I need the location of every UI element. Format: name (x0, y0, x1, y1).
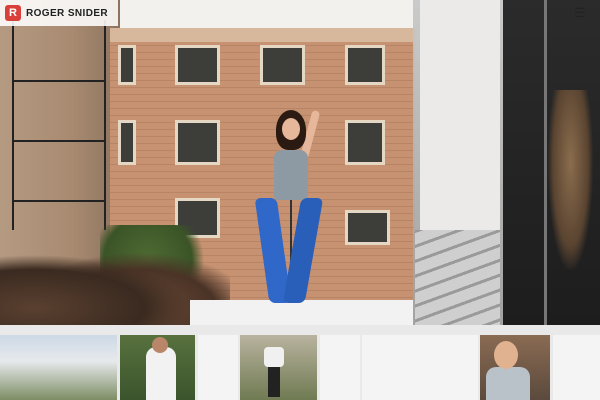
costume-figure (548, 90, 593, 270)
thumb-blank-3[interactable] (362, 335, 478, 400)
performer (254, 109, 338, 305)
site-title[interactable]: ROGER SNIDER (26, 8, 108, 19)
trailer-stairs (415, 230, 500, 325)
thumbnail-strip (0, 333, 600, 400)
thumb-portrait-man[interactable] (480, 335, 550, 400)
hero-image (0, 0, 600, 325)
window (175, 120, 220, 165)
thumb-blank-2[interactable] (320, 335, 360, 400)
thumb-street-trees[interactable] (0, 335, 117, 400)
logo-icon[interactable]: R (5, 5, 21, 21)
trailer (420, 0, 500, 240)
thumb-blank-1[interactable] (198, 335, 238, 400)
hamburger-menu-icon[interactable]: ☰ (570, 5, 590, 21)
window (260, 45, 305, 85)
thumb-dancer[interactable] (240, 335, 317, 400)
window (345, 45, 385, 85)
window (175, 45, 220, 85)
thumb-blank-4[interactable] (553, 335, 600, 400)
fire-escape (12, 20, 106, 230)
window (345, 210, 390, 245)
window (118, 45, 136, 85)
light-stand (544, 0, 547, 325)
thumb-man-white-shirt[interactable] (120, 335, 195, 400)
window (345, 120, 385, 165)
site-header: R ROGER SNIDER (0, 0, 118, 26)
window (118, 120, 136, 165)
